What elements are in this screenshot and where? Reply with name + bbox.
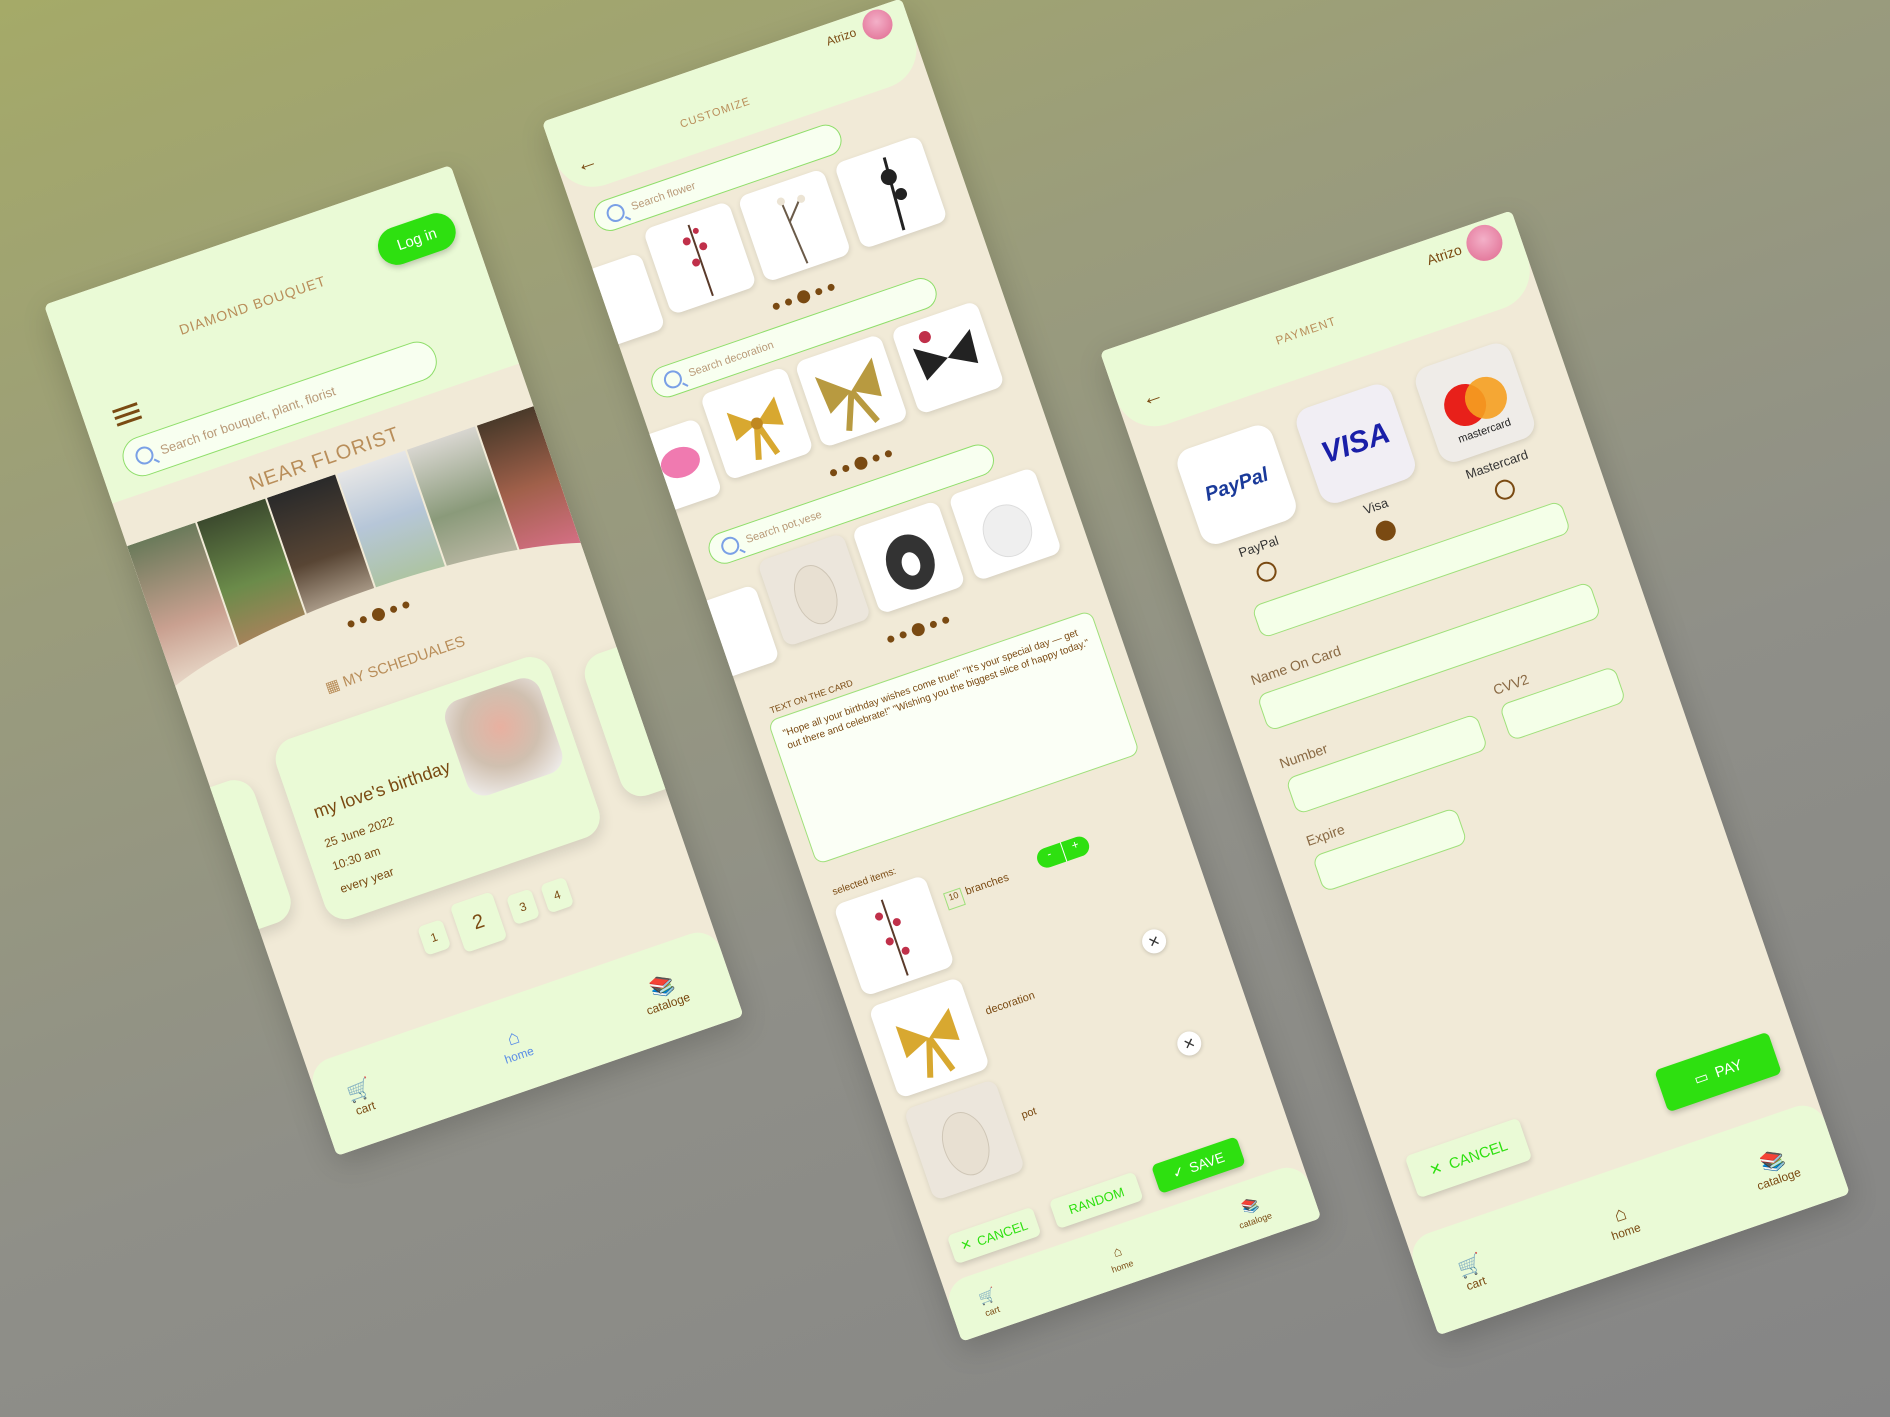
- nav-cart[interactable]: 🛒 cart: [344, 1077, 379, 1119]
- close-icon: ✕: [1427, 1159, 1445, 1180]
- white-vase-image: [794, 565, 838, 625]
- mastercard-option[interactable]: mastercard: [1411, 339, 1539, 467]
- decoration-tile[interactable]: [630, 417, 723, 517]
- remove-decoration-button[interactable]: ✕: [1138, 926, 1170, 957]
- black-vase-image: [885, 534, 935, 590]
- white-pot-image: [982, 504, 1033, 558]
- remove-pot-button[interactable]: ✕: [1174, 1028, 1205, 1059]
- nav-cart[interactable]: 🛒 cart: [1455, 1252, 1490, 1294]
- decoration-tile[interactable]: [890, 300, 1006, 415]
- nav-home[interactable]: ⌂ home: [1103, 1237, 1135, 1274]
- page-1[interactable]: 1: [416, 919, 452, 956]
- white-vase-image: [941, 1112, 990, 1176]
- page-4[interactable]: 4: [539, 876, 575, 914]
- pot-tile[interactable]: [756, 532, 872, 648]
- search-icon: [718, 534, 742, 558]
- mastercard-radio[interactable]: [1492, 476, 1518, 503]
- visa-option[interactable]: VISA: [1292, 380, 1420, 508]
- black-bow-image: [912, 329, 979, 381]
- visa-radio[interactable]: [1373, 517, 1399, 544]
- gold-bow-image: [895, 1007, 960, 1078]
- page-2[interactable]: 2: [449, 891, 508, 953]
- schedule-card-title: my love's birthday: [310, 756, 453, 823]
- flower-tile[interactable]: [573, 252, 666, 351]
- paypal-option[interactable]: PayPal: [1173, 421, 1301, 549]
- close-icon: ✕: [958, 1235, 974, 1254]
- visa-logo: VISA: [1317, 416, 1395, 471]
- card-text-area[interactable]: "Hope all your birthday wishes come true…: [767, 609, 1141, 865]
- customize-screen: ← CUSTOMIZE Atrizo Search flower Search …: [542, 0, 1322, 1342]
- nav-catalog[interactable]: 📚 cataloge: [1748, 1144, 1802, 1193]
- selected-flower-tile: [833, 874, 956, 997]
- quantity-stepper[interactable]: - +: [1034, 833, 1092, 871]
- visa-label: Visa: [1361, 494, 1391, 518]
- search-pot-placeholder: Search pot,vese: [744, 508, 824, 546]
- cancel-button[interactable]: ✕ CANCEL: [1404, 1117, 1533, 1199]
- check-icon: ✓: [1170, 1162, 1187, 1182]
- branches-count[interactable]: 10: [943, 887, 966, 911]
- pot-tile[interactable]: [851, 500, 966, 615]
- decoration-tile[interactable]: [794, 333, 909, 449]
- card-number-input[interactable]: [1285, 713, 1489, 815]
- pay-button[interactable]: ▭ PAY: [1654, 1031, 1782, 1113]
- search-icon: [661, 367, 685, 391]
- menu-icon[interactable]: [111, 398, 144, 430]
- pot-tile[interactable]: [947, 466, 1063, 582]
- schedule-card-prev[interactable]: [181, 774, 297, 939]
- user-name: Atrizo: [824, 25, 859, 49]
- search-icon: [133, 444, 156, 467]
- nav-catalog[interactable]: 📚 cataloge: [637, 969, 691, 1017]
- selected-pot-tile: [903, 1078, 1026, 1201]
- paypal-radio[interactable]: [1253, 559, 1280, 585]
- plus-button[interactable]: +: [1059, 833, 1092, 862]
- brand-title: DIAMOND BOUQUET: [176, 272, 329, 338]
- gold-bow-image: [726, 396, 784, 460]
- schedule-card-date: 25 June 2022: [322, 813, 396, 851]
- decoration-tile[interactable]: [699, 366, 815, 481]
- customize-title: CUSTOMIZE: [678, 95, 753, 131]
- avatar[interactable]: [858, 5, 897, 44]
- flower-tile[interactable]: [737, 168, 852, 283]
- search-placeholder: Search for bouquet, plant, florist: [158, 382, 338, 458]
- bouquet-image: [440, 673, 568, 801]
- payment-title: PAYMENT: [1273, 313, 1339, 348]
- flower-branch-image: [682, 224, 714, 297]
- flower-tile[interactable]: [642, 200, 758, 316]
- paypal-logo: PayPal: [1201, 463, 1272, 506]
- login-button[interactable]: Log in: [372, 208, 461, 271]
- avatar[interactable]: [1461, 220, 1508, 266]
- schedule-card-time: 10:30 am: [330, 843, 383, 874]
- pot-tile[interactable]: [687, 584, 781, 683]
- flower-branch-image: [875, 899, 910, 976]
- card-icon: ▭: [1691, 1067, 1711, 1089]
- nav-home[interactable]: ⌂ home: [1602, 1199, 1643, 1243]
- flower-branch-image: [880, 157, 908, 231]
- nav-home[interactable]: ⌂ home: [495, 1023, 536, 1067]
- schedule-card-repeat: every year: [338, 864, 396, 896]
- expire-input[interactable]: [1311, 807, 1468, 893]
- selected-decoration-tile: [868, 976, 991, 1099]
- flower-tile[interactable]: [833, 135, 949, 250]
- nav-catalog[interactable]: 📚 cataloge: [1231, 1189, 1273, 1231]
- calendar-icon: ▦: [323, 675, 343, 697]
- back-arrow-icon[interactable]: ←: [1138, 381, 1167, 413]
- bottom-nav: 🛒 cart ⌂ home 📚 cataloge: [306, 926, 744, 1156]
- nav-cart[interactable]: 🛒 cart: [975, 1283, 1002, 1319]
- gold-bow-image: [814, 357, 882, 431]
- search-flower-placeholder: Search flower: [629, 179, 698, 214]
- flower-branch-image: [776, 194, 809, 264]
- expire-label: Expire: [1303, 820, 1347, 849]
- paypal-label: PayPal: [1236, 532, 1281, 561]
- cvv-label: CVV2: [1490, 670, 1531, 698]
- branches-label: branches: [963, 871, 1011, 898]
- pot-label: pot: [1019, 1105, 1039, 1122]
- page-3[interactable]: 3: [505, 888, 541, 926]
- decoration-label: decoration: [983, 989, 1037, 1018]
- schedule-card-next[interactable]: [578, 637, 694, 803]
- search-icon: [604, 201, 628, 225]
- back-arrow-icon[interactable]: ←: [572, 147, 601, 179]
- user-name: Atrizo: [1424, 241, 1464, 269]
